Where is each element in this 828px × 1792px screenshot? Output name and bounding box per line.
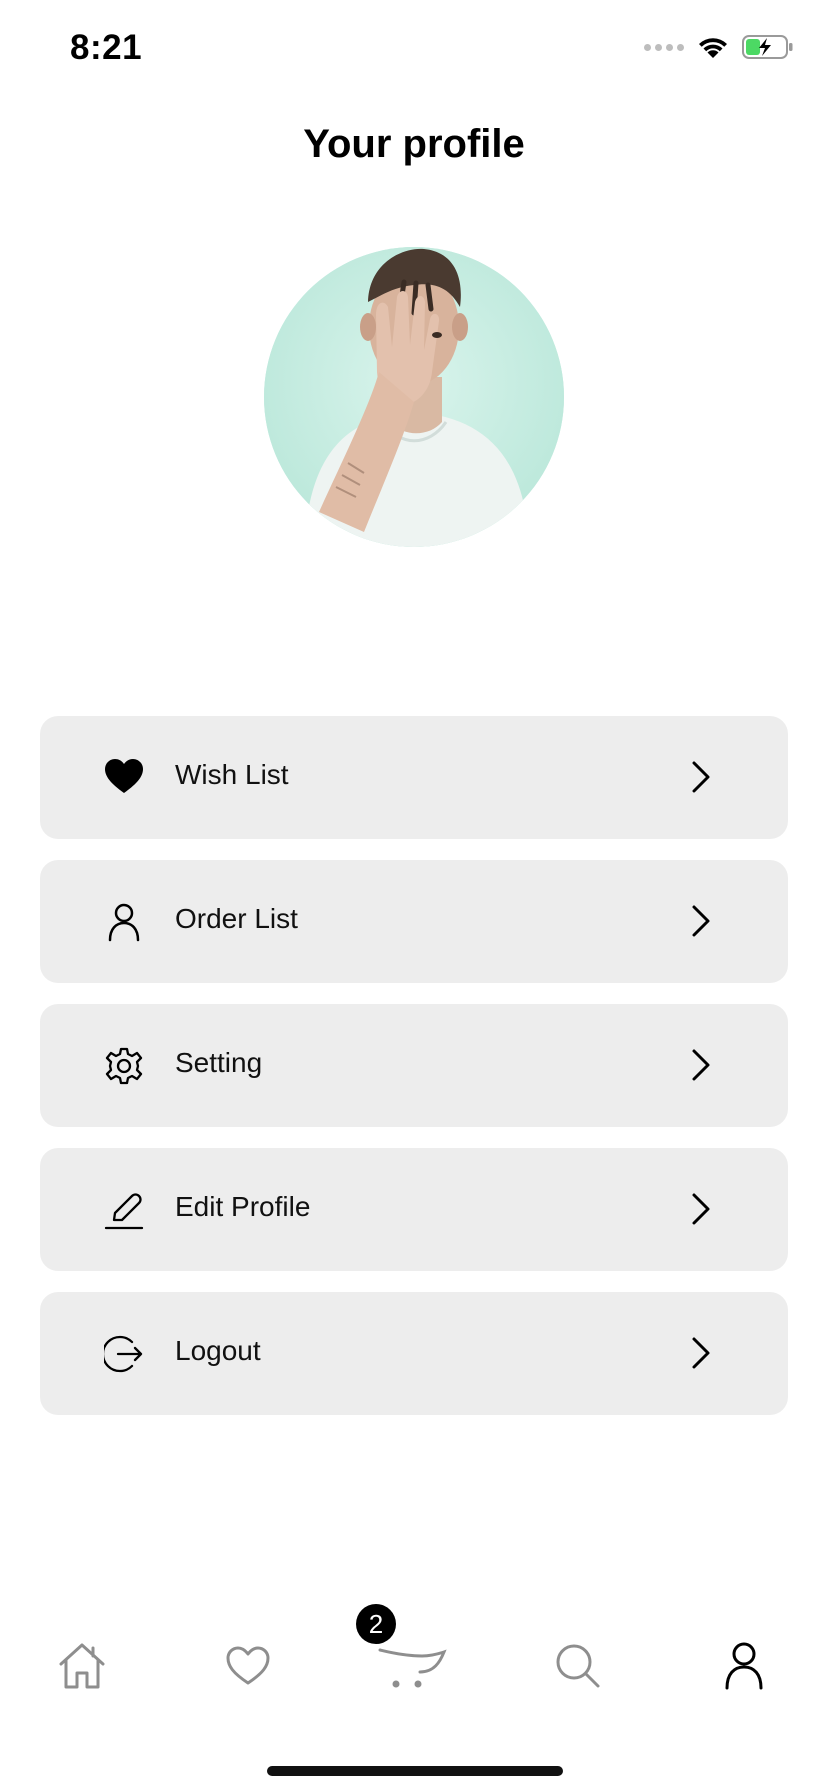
status-icons bbox=[644, 34, 794, 60]
chevron-right-icon bbox=[692, 761, 710, 793]
person-icon bbox=[104, 902, 144, 942]
chevron-right-icon bbox=[692, 905, 710, 937]
status-bar: 8:21 bbox=[0, 0, 828, 100]
home-indicator bbox=[267, 1766, 563, 1776]
profile-screen: 8:21 Your profile Wish List Order List S… bbox=[0, 0, 828, 1792]
logout-icon bbox=[104, 1334, 144, 1374]
page-title: Your profile bbox=[303, 122, 525, 166]
tab-search[interactable] bbox=[548, 1636, 608, 1696]
heart-filled-icon bbox=[104, 758, 144, 798]
profile-photo bbox=[264, 247, 564, 547]
menu-item-label: Order List bbox=[175, 903, 298, 934]
home-icon bbox=[59, 1643, 105, 1689]
tab-home[interactable] bbox=[52, 1636, 112, 1696]
chevron-right-icon bbox=[692, 1337, 710, 1369]
avatar[interactable] bbox=[264, 247, 564, 547]
signal-dots-icon bbox=[644, 43, 684, 51]
bottom-tab-bar: 2 bbox=[0, 1580, 828, 1700]
tab-profile[interactable] bbox=[714, 1636, 774, 1696]
menu-item-label: Edit Profile bbox=[175, 1191, 311, 1222]
cart-icon bbox=[378, 1648, 447, 1688]
tab-wishlist[interactable] bbox=[218, 1636, 278, 1696]
chevron-right-icon bbox=[692, 1049, 710, 1081]
menu-item-logout[interactable]: Logout bbox=[40, 1292, 788, 1415]
gear-icon bbox=[104, 1046, 144, 1086]
heart-outline-icon bbox=[226, 1646, 270, 1685]
pencil-icon bbox=[104, 1190, 144, 1230]
menu-item-order-list[interactable]: Order List bbox=[40, 860, 788, 983]
tab-cart[interactable] bbox=[378, 1636, 448, 1696]
status-time: 8:21 bbox=[70, 28, 143, 67]
person-icon bbox=[725, 1642, 763, 1690]
menu-item-label: Logout bbox=[175, 1335, 261, 1366]
cart-badge: 2 bbox=[356, 1604, 396, 1644]
menu-item-wish-list[interactable]: Wish List bbox=[40, 716, 788, 839]
menu-item-label: Setting bbox=[175, 1047, 263, 1078]
wifi-icon bbox=[699, 38, 727, 58]
search-icon bbox=[556, 1644, 600, 1688]
battery-charging-icon bbox=[742, 35, 793, 59]
profile-menu: Wish List Order List Setting Edit Profil… bbox=[40, 716, 788, 1436]
menu-item-setting[interactable]: Setting bbox=[40, 1004, 788, 1127]
menu-item-edit-profile[interactable]: Edit Profile bbox=[40, 1148, 788, 1271]
menu-item-label: Wish List bbox=[175, 759, 289, 790]
chevron-right-icon bbox=[692, 1193, 710, 1225]
